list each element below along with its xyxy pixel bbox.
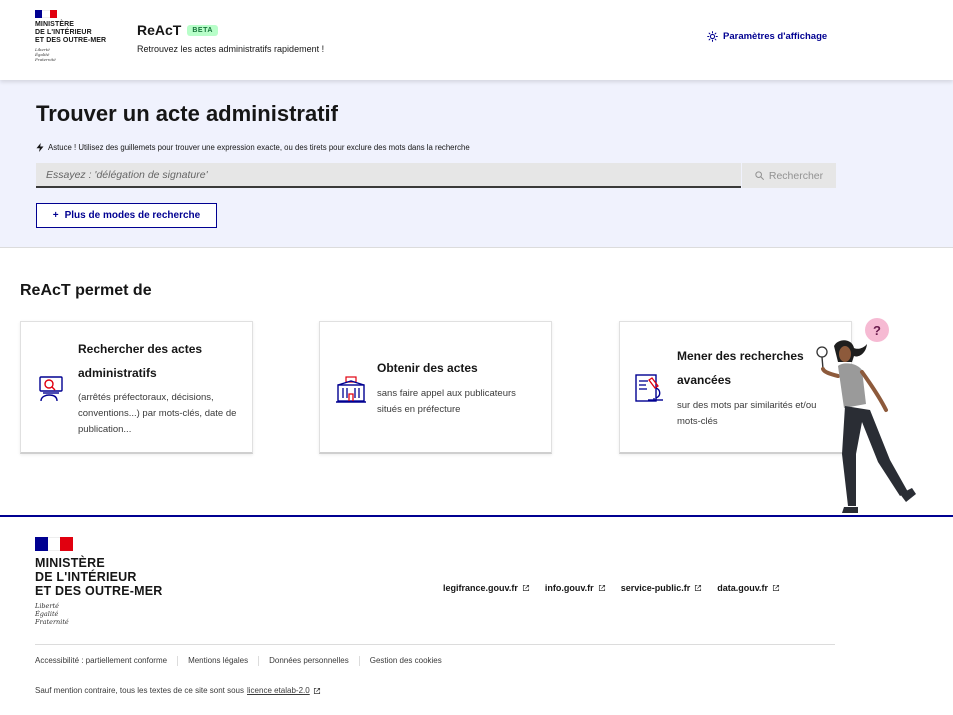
license-link[interactable]: licence etalab-2.0 — [247, 686, 310, 695]
display-settings-button[interactable]: Paramètres d'affichage — [707, 31, 827, 42]
microscope-document-icon — [635, 374, 663, 402]
search-bar: Rechercher — [36, 163, 836, 188]
feature-card-description: sans faire appel aux publicateurs situés… — [377, 388, 516, 415]
woman-magnifier-illustration: ? — [816, 318, 916, 513]
footer-link-personal-data[interactable]: Données personnelles — [269, 656, 349, 666]
service-name: ReAcT — [137, 22, 182, 38]
display-settings-label: Paramètres d'affichage — [723, 31, 828, 42]
search-section: Trouver un acte administratif Astuce ! U… — [0, 80, 953, 248]
marianne-flag-icon — [35, 537, 74, 551]
lightning-icon — [36, 143, 44, 152]
feature-card-description: (arrêtés préfectoraux, décisions, conven… — [78, 392, 237, 435]
prefecture-building-icon — [336, 376, 366, 403]
footer-license: Sauf mention contraire, tous les textes … — [35, 686, 321, 695]
plus-icon: + — [52, 210, 59, 221]
more-search-modes-label: Plus de modes de recherche — [64, 210, 201, 221]
external-link-icon — [598, 584, 605, 592]
feature-card-title: Rechercher des actes administratifs — [78, 342, 203, 380]
footer-link-cookies[interactable]: Gestion des cookies — [370, 656, 442, 666]
footer-ministry-logo[interactable]: MINISTÈRE DE L'INTÉRIEUR ET DES OUTRE-ME… — [35, 537, 163, 626]
sun-icon — [707, 31, 718, 42]
feature-card-title: Mener des recherches avancées — [677, 349, 804, 387]
license-text: Sauf mention contraire, tous les textes … — [35, 686, 244, 695]
search-tip: Astuce ! Utilisez des guillemets pour tr… — [36, 143, 470, 152]
service-tagline: Retrouvez les actes administratifs rapid… — [137, 44, 325, 54]
feature-card-search: Rechercher des actes administratifs (arr… — [20, 321, 253, 454]
svg-text:?: ? — [873, 323, 881, 338]
site-footer: MINISTÈRE DE L'INTÉRIEUR ET DES OUTRE-ME… — [0, 515, 953, 715]
footer-ministry-name: MINISTÈRE DE L'INTÉRIEUR ET DES OUTRE-ME… — [35, 556, 163, 598]
footer-link-data-gouv[interactable]: data.gouv.fr — [717, 583, 780, 593]
ministry-logo[interactable]: MINISTÈRE DE L'INTÉRIEUR ET DES OUTRE-ME… — [35, 10, 106, 62]
search-icon — [755, 171, 764, 180]
footer-link-info-gouv[interactable]: info.gouv.fr — [545, 583, 606, 593]
external-link-icon — [313, 687, 320, 694]
feature-card-title: Obtenir des actes — [377, 361, 478, 375]
search-button-label: Rechercher — [768, 169, 824, 182]
footer-link-accessibility[interactable]: Accessibilité : partiellement conforme — [35, 656, 167, 666]
search-tip-text: Astuce ! Utilisez des guillemets pour tr… — [48, 143, 470, 152]
site-header: MINISTÈRE DE L'INTÉRIEUR ET DES OUTRE-ME… — [0, 0, 953, 80]
footer-separator — [258, 656, 260, 666]
footer-republic-motto: Liberté Égalité Fraternité — [35, 602, 69, 626]
republic-motto: Liberté Égalité Fraternité — [35, 47, 56, 62]
beta-badge: BETA — [187, 24, 218, 36]
external-link-icon — [773, 584, 780, 592]
search-input[interactable] — [36, 163, 741, 188]
footer-partner-links: legifrance.gouv.fr info.gouv.fr service-… — [443, 583, 780, 593]
footer-divider — [35, 644, 835, 645]
page-title: Trouver un acte administratif — [36, 101, 338, 126]
search-document-icon — [39, 376, 63, 402]
footer-separator — [358, 656, 360, 666]
service-brand[interactable]: ReAcT BETA Retrouvez les actes administr… — [137, 22, 324, 54]
footer-link-legifrance[interactable]: legifrance.gouv.fr — [443, 583, 530, 593]
footer-separator — [177, 656, 179, 666]
external-link-icon — [522, 584, 529, 592]
footer-link-legal[interactable]: Mentions légales — [188, 656, 248, 666]
marianne-flag-icon — [35, 10, 57, 18]
footer-bottom-links: Accessibilité : partiellement conforme M… — [35, 656, 442, 666]
ministry-name: MINISTÈRE DE L'INTÉRIEUR ET DES OUTRE-ME… — [35, 21, 107, 44]
feature-card-obtain: Obtenir des actes sans faire appel aux p… — [319, 321, 552, 454]
footer-link-service-public[interactable]: service-public.fr — [621, 583, 703, 593]
search-button[interactable]: Rechercher — [741, 163, 836, 188]
more-search-modes-button[interactable]: + Plus de modes de recherche — [36, 203, 217, 228]
features-title: ReAcT permet de — [20, 282, 152, 299]
external-link-icon — [695, 584, 702, 592]
